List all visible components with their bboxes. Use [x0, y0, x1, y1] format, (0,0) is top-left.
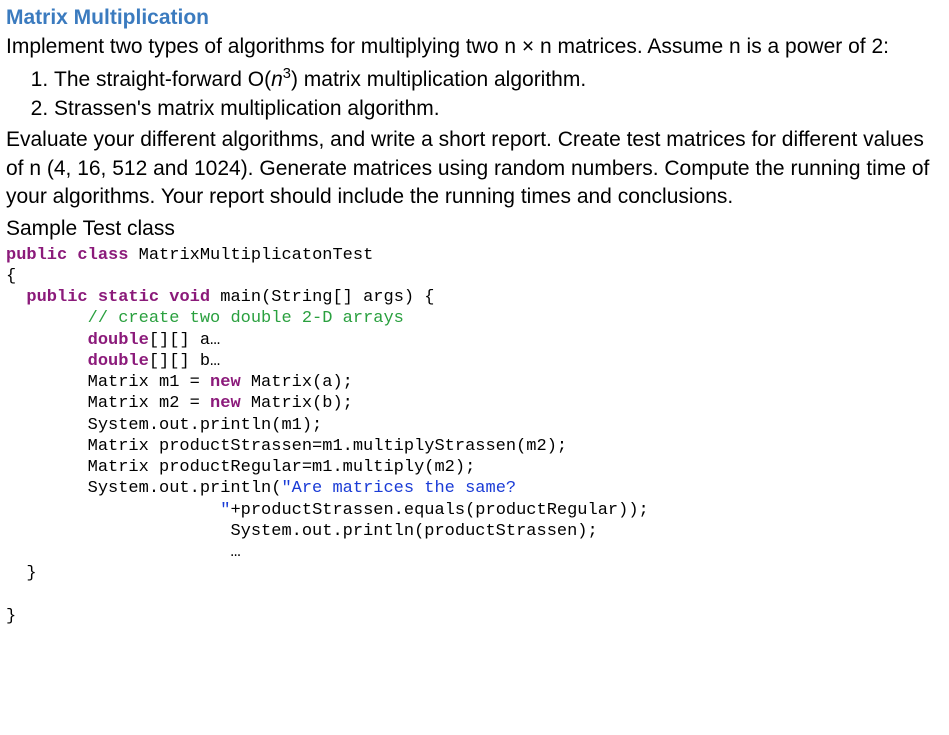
- indent: [6, 352, 88, 371]
- list-item: The straight-forward O(n3) matrix multip…: [54, 66, 943, 93]
- string-literal: ": [220, 501, 230, 520]
- document-title: Matrix Multiplication: [6, 4, 943, 31]
- item-var: n: [271, 68, 283, 91]
- class-name: MatrixMultiplicatonTest: [128, 246, 373, 265]
- keyword-new: new: [210, 373, 241, 392]
- keyword-static: static: [98, 288, 159, 307]
- string-indent: [6, 501, 220, 520]
- array-decl: [][] a…: [149, 331, 220, 350]
- string-literal: "Are matrices the same?: [281, 479, 516, 498]
- indent: [6, 288, 26, 307]
- evaluation-text: Evaluate your different algorithms, and …: [6, 126, 943, 211]
- code-line: Matrix m1 =: [6, 373, 210, 392]
- keyword-public: public: [6, 246, 67, 265]
- code-line: Matrix productRegular=m1.multiply(m2);: [6, 458, 475, 477]
- indent: [6, 522, 230, 541]
- code-line: Matrix(b);: [241, 394, 353, 413]
- code-line: System.out.println(m1);: [6, 416, 322, 435]
- keyword-void: void: [169, 288, 210, 307]
- code-line: System.out.println(: [6, 479, 281, 498]
- indent: [6, 331, 88, 350]
- code-line: Matrix m2 =: [6, 394, 210, 413]
- indent: [6, 543, 230, 562]
- code-comment: // create two double 2-D arrays: [88, 309, 404, 328]
- intro-text: Implement two types of algorithms for mu…: [6, 33, 943, 61]
- code-line: Matrix productStrassen=m1.multiplyStrass…: [6, 437, 567, 456]
- sample-test-label: Sample Test class: [6, 215, 943, 242]
- brace: }: [6, 564, 37, 583]
- array-decl: [][] b…: [149, 352, 220, 371]
- keyword-double: double: [88, 331, 149, 350]
- keyword-public: public: [26, 288, 87, 307]
- keyword-double: double: [88, 352, 149, 371]
- item-text: The straight-forward O(: [54, 68, 271, 91]
- item-exp: 3: [283, 66, 291, 82]
- keyword-class: class: [77, 246, 128, 265]
- ellipsis: …: [230, 543, 240, 562]
- algorithm-list: The straight-forward O(n3) matrix multip…: [54, 66, 943, 123]
- code-line: System.out.println(productStrassen);: [230, 522, 597, 541]
- brace: }: [6, 607, 16, 626]
- indent: [6, 309, 88, 328]
- item-text: ) matrix multiplication algorithm.: [291, 68, 586, 91]
- main-signature: main(String[] args) {: [210, 288, 434, 307]
- code-block: public class MatrixMultiplicatonTest { p…: [6, 245, 943, 628]
- code-line: Matrix(a);: [241, 373, 353, 392]
- list-item: Strassen's matrix multiplication algorit…: [54, 95, 943, 122]
- code-line: +productStrassen.equals(productRegular))…: [230, 501, 648, 520]
- keyword-new: new: [210, 394, 241, 413]
- brace: {: [6, 267, 16, 286]
